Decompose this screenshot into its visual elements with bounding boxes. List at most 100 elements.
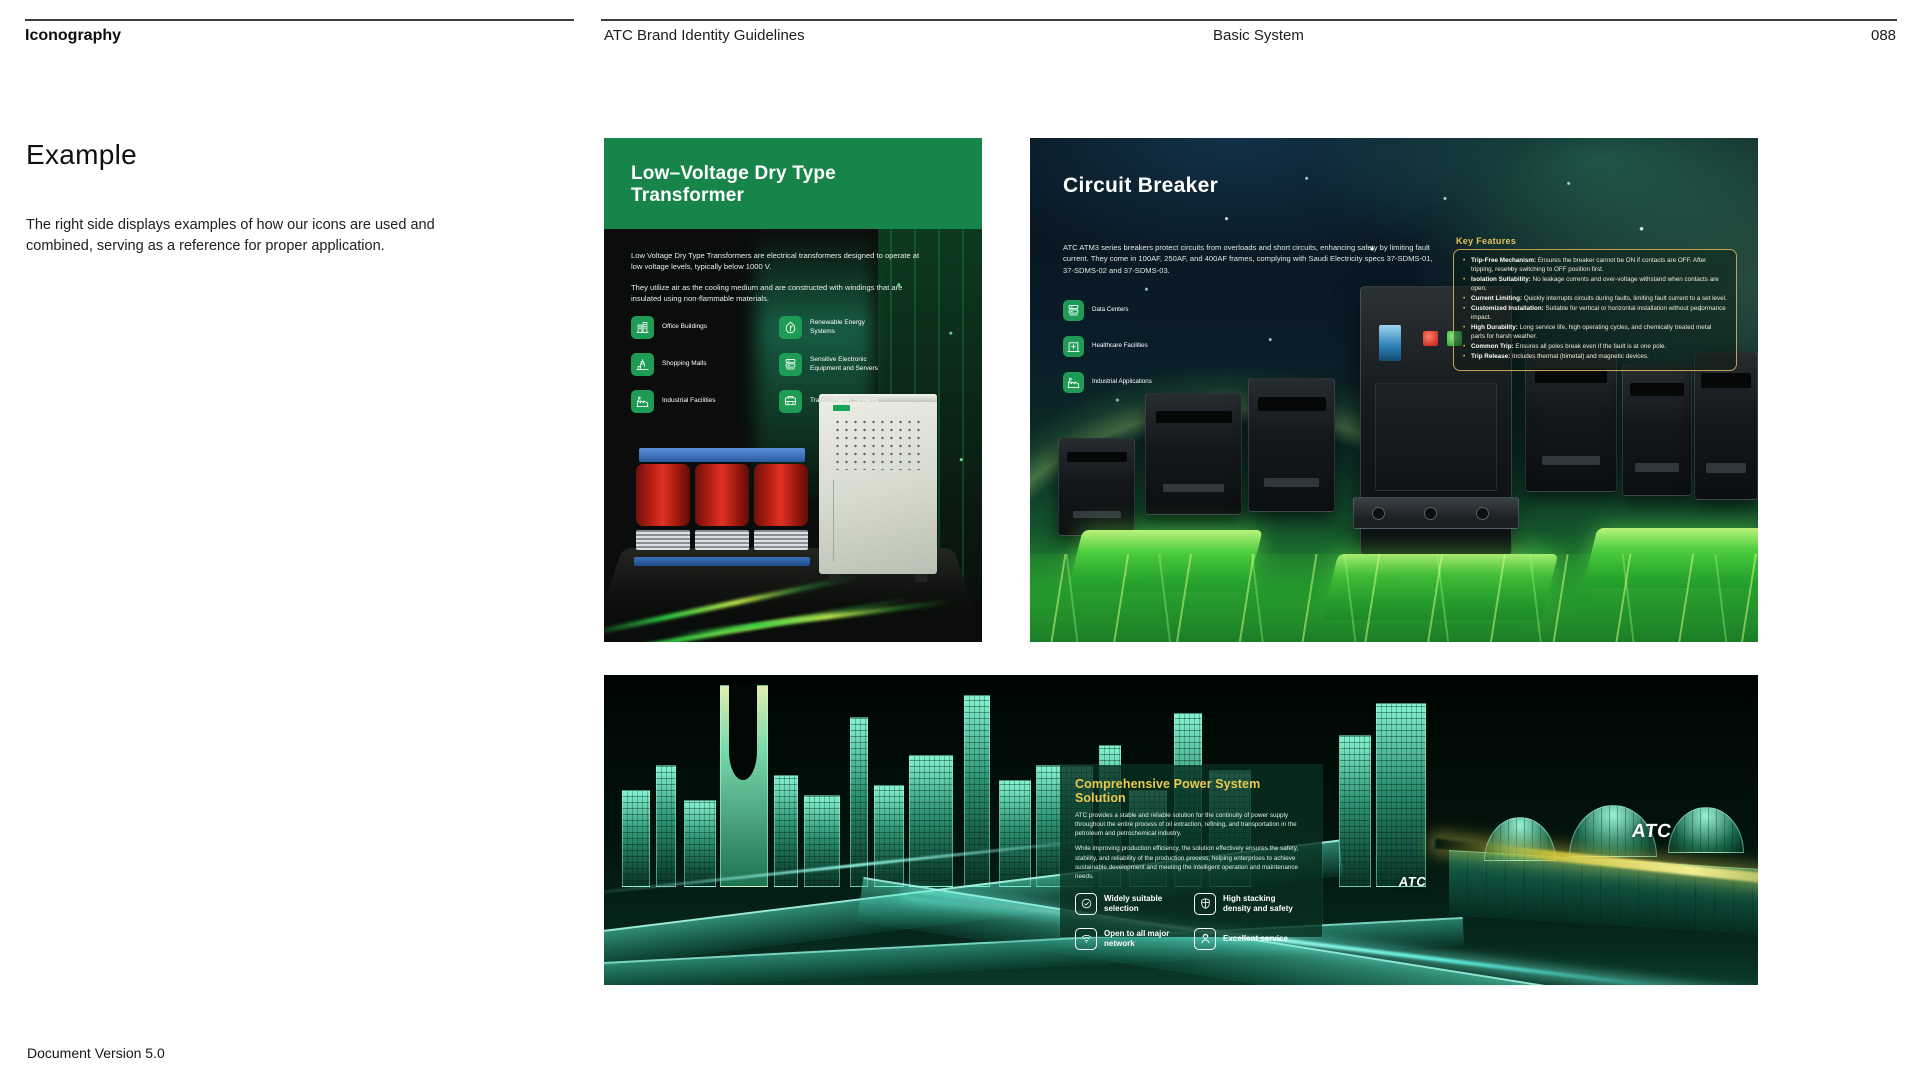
transformer-base-frame	[634, 557, 810, 566]
coil	[695, 464, 749, 526]
cabinet-vent-holes	[833, 418, 923, 470]
industrial-applications-icon	[1063, 372, 1084, 393]
breaker-chassis-bar	[1353, 497, 1519, 529]
arch-notch	[729, 684, 757, 780]
application-item: Industrial Facilities	[631, 390, 779, 413]
wireframe-building	[1339, 735, 1371, 887]
cabinet-foot	[915, 574, 927, 582]
breaker-display	[1379, 325, 1401, 361]
application-item: Transportation Systems	[779, 390, 939, 413]
application-label: Industrial Applications	[1092, 378, 1152, 386]
transformer-poster: Low–Voltage Dry Type Transformer Low Vol…	[604, 138, 982, 642]
wireframe-building	[684, 800, 716, 887]
application-item: Sensitive Electronic Equipment and Serve…	[779, 353, 939, 376]
feature-label: Excellent service	[1223, 934, 1288, 944]
application-item: Shopping Malls	[631, 353, 779, 376]
feature-item: Excellent service	[1194, 928, 1307, 950]
application-label: Sensitive Electronic Equipment and Serve…	[810, 356, 884, 374]
breaker-product	[1694, 352, 1758, 500]
breaker-product	[1058, 438, 1135, 536]
transformer-coils	[636, 464, 808, 526]
header-rule-right	[601, 19, 1897, 21]
application-item: Healthcare Facilities	[1063, 336, 1152, 357]
key-feature-item: High Durability: Long service life, high…	[1462, 324, 1727, 341]
application-label: Healthcare Facilities	[1092, 342, 1148, 350]
breaker-label-panel	[1375, 383, 1497, 491]
healthcare-facilities-icon	[1063, 336, 1084, 357]
application-item: Data Centers	[1063, 300, 1152, 321]
wireframe-building	[874, 785, 904, 887]
application-item: Industrial Applications	[1063, 372, 1152, 393]
page-title: Example	[26, 139, 137, 171]
atc-logo-large: ATC	[1630, 821, 1673, 843]
industrial-facilities-icon	[631, 390, 654, 413]
chassis-knob	[1372, 507, 1385, 520]
sensitive-electronics-icon	[779, 353, 802, 376]
application-item: Renewable Energy Systems	[779, 316, 939, 339]
transformer-vents	[636, 530, 808, 550]
service-icon	[1194, 928, 1216, 950]
shield-icon	[1194, 893, 1216, 915]
vent	[754, 530, 808, 550]
wireframe-building	[964, 695, 990, 887]
key-feature-item: Trip Release: Includes thermal (bimetal)…	[1462, 353, 1727, 362]
poster-paragraph: While improving production efficiency, t…	[1075, 844, 1307, 881]
document-version: Document Version 5.0	[27, 1045, 165, 1061]
page-number: 088	[1871, 27, 1896, 44]
transformer-enclosure-cabinet	[819, 394, 937, 574]
key-feature-item: Isolation Suitability: No leakage curren…	[1462, 276, 1727, 293]
poster-paragraph: Low Voltage Dry Type Transformers are el…	[631, 250, 927, 273]
poster-paragraph: ATC ATM3 series breakers protect circuit…	[1063, 242, 1435, 276]
office-buildings-icon	[631, 316, 654, 339]
application-icon-list: Data Centers Healthcare Facilities Indus…	[1063, 300, 1152, 393]
wireframe-building	[622, 790, 650, 887]
wireframe-building	[909, 755, 953, 887]
solution-overlay-card: Comprehensive Power System Solution ATC …	[1060, 765, 1322, 937]
breaker-product	[1145, 393, 1242, 515]
key-feature-item: Customized Installation: Suitable for ve…	[1462, 305, 1727, 322]
poster-paragraph: ATC provides a stable and reliable solut…	[1075, 811, 1307, 838]
feature-grid: Widely suitable selection High stacking …	[1075, 893, 1307, 950]
breaker-product	[1622, 364, 1692, 496]
cabinet-foot	[829, 574, 841, 582]
breaker-off-button	[1423, 331, 1438, 346]
application-icon-grid: Office Buildings Renewable Energy System…	[631, 316, 939, 413]
header-chapter-label: Basic System	[1213, 27, 1304, 44]
breaker-product	[1248, 378, 1335, 512]
application-label: Transportation Systems	[810, 397, 878, 406]
wireframe-building	[804, 795, 840, 887]
dry-type-transformer-product	[634, 448, 810, 566]
wireframe-building	[850, 717, 868, 887]
poster-title: Comprehensive Power System Solution	[1075, 777, 1307, 805]
poster-title: Circuit Breaker	[1063, 174, 1218, 198]
arch-tower	[720, 685, 768, 887]
key-feature-item: Trip-Free Mechanism: Ensures the breaker…	[1462, 257, 1727, 274]
header-section-label: Iconography	[25, 27, 121, 45]
poster-title: Low–Voltage Dry Type Transformer	[631, 163, 856, 208]
chassis-knob	[1476, 507, 1489, 520]
feature-item: Widely suitable selection	[1075, 893, 1188, 915]
chassis-knob	[1424, 507, 1437, 520]
header-document-title: ATC Brand Identity Guidelines	[604, 27, 805, 44]
shopping-malls-icon	[631, 353, 654, 376]
atc-logo-small: ATC	[1398, 874, 1428, 889]
feature-label: High stacking density and safety	[1223, 894, 1303, 913]
application-label: Renewable Energy Systems	[810, 319, 884, 337]
feature-item: High stacking density and safety	[1194, 893, 1307, 915]
glow-floor-decor	[1030, 554, 1758, 642]
vent	[695, 530, 749, 550]
circuit-breaker-poster: Circuit Breaker ATC ATM3 series breakers…	[1030, 138, 1758, 642]
vent	[636, 530, 690, 550]
wireframe-building	[1376, 703, 1426, 887]
application-item: Office Buildings	[631, 316, 779, 339]
application-label: Industrial Facilities	[662, 397, 715, 406]
network-icon	[1075, 928, 1097, 950]
wireframe-building	[999, 780, 1031, 887]
storage-dome	[1668, 807, 1744, 853]
application-label: Data Centers	[1092, 306, 1128, 314]
key-features-heading: Key Features	[1456, 236, 1516, 246]
feature-item: Open to all major network	[1075, 928, 1188, 950]
check-icon	[1075, 893, 1097, 915]
cabinet-door-seam	[833, 480, 834, 562]
key-feature-item: Common Trip: Ensures all poles break eve…	[1462, 343, 1727, 352]
